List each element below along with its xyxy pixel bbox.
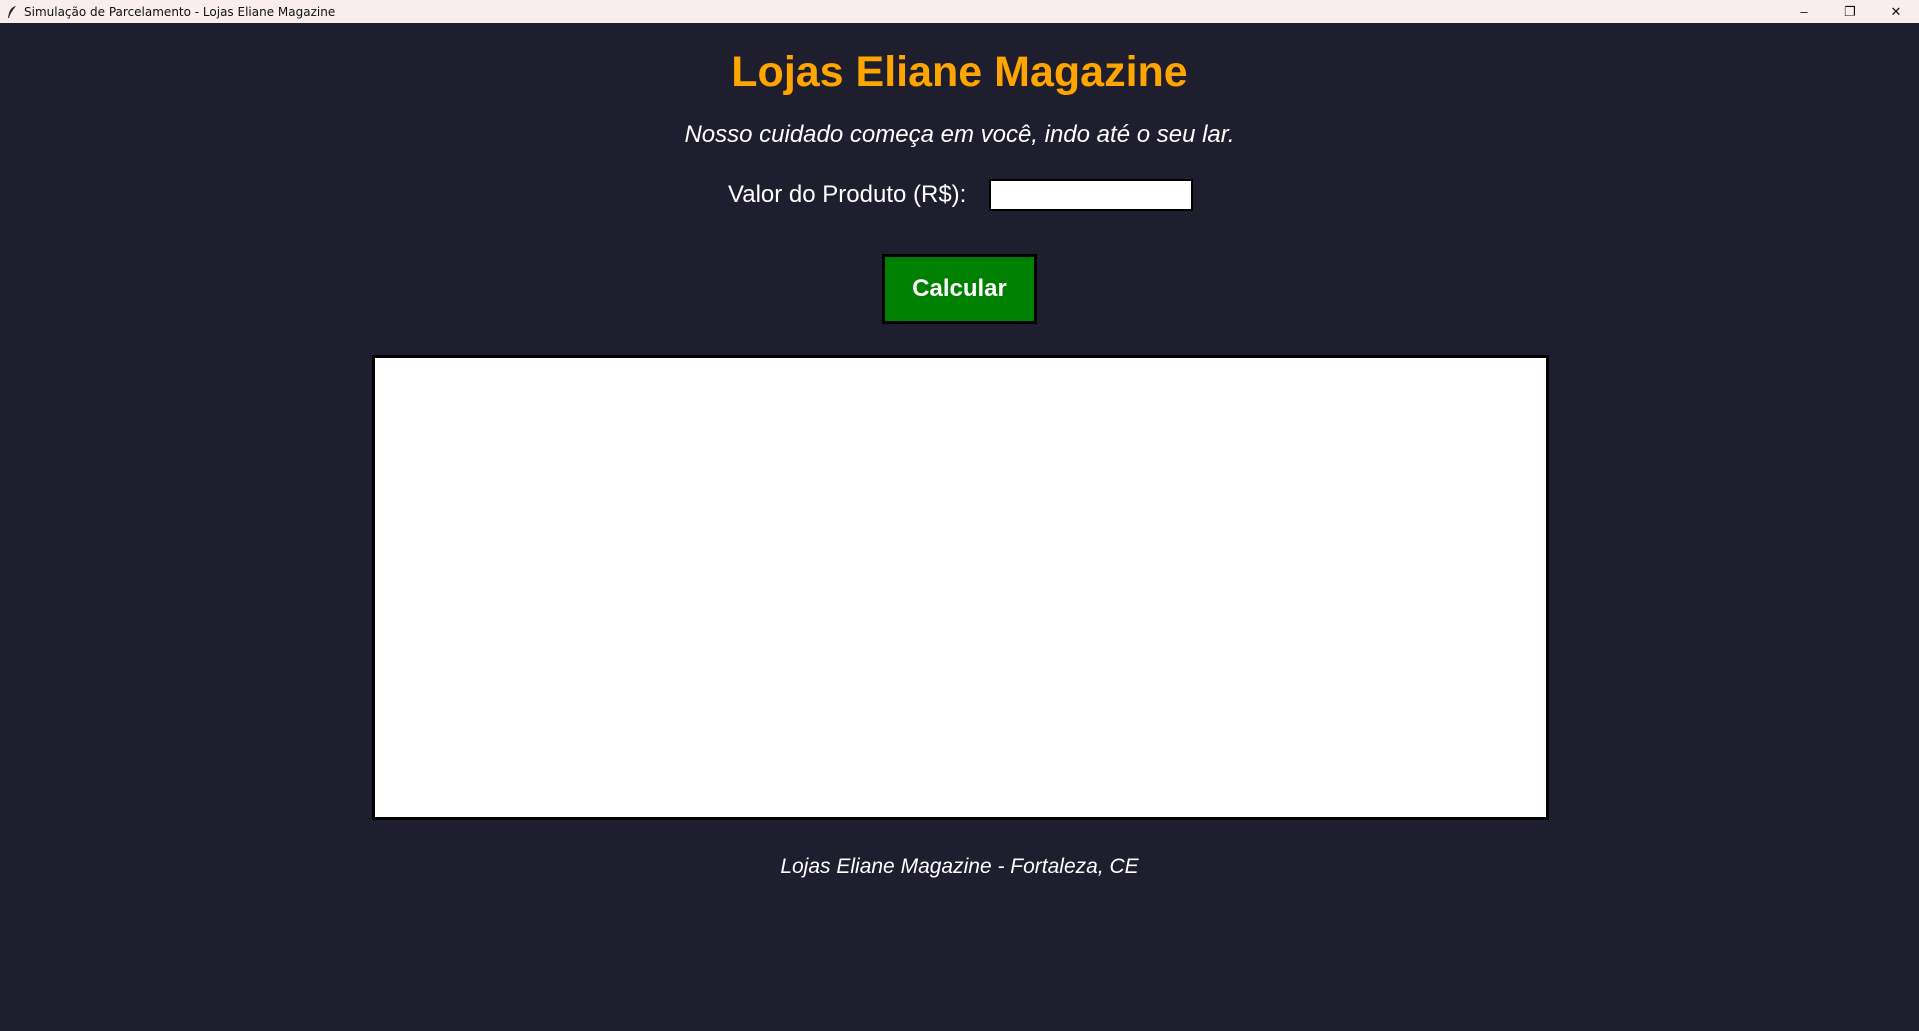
window-title: Simulação de Parcelamento - Lojas Eliane… [24, 4, 336, 19]
slogan: Nosso cuidado começa em você, indo até o… [684, 121, 1235, 148]
minimize-button[interactable]: – [1781, 0, 1827, 23]
main-content: Lojas Eliane Magazine Nosso cuidado come… [0, 23, 1919, 1031]
window-titlebar: Simulação de Parcelamento - Lojas Eliane… [0, 0, 1919, 23]
page-title: Lojas Eliane Magazine [731, 48, 1188, 96]
price-row: Valor do Produto (R$): [728, 179, 1194, 211]
price-label: Valor do Produto (R$): [728, 181, 967, 208]
footer-text: Lojas Eliane Magazine - Fortaleza, CE [780, 855, 1139, 878]
price-input[interactable] [989, 179, 1194, 211]
calculate-button[interactable]: Calcular [882, 254, 1037, 324]
restore-button[interactable]: ❐ [1827, 0, 1873, 23]
close-button[interactable]: ✕ [1873, 0, 1919, 23]
restore-icon: ❐ [1844, 3, 1856, 19]
results-textbox[interactable] [372, 355, 1549, 820]
close-icon: ✕ [1890, 3, 1902, 19]
feather-icon [6, 4, 18, 20]
minimize-icon: – [1800, 4, 1808, 19]
window-controls: – ❐ ✕ [1781, 0, 1919, 23]
